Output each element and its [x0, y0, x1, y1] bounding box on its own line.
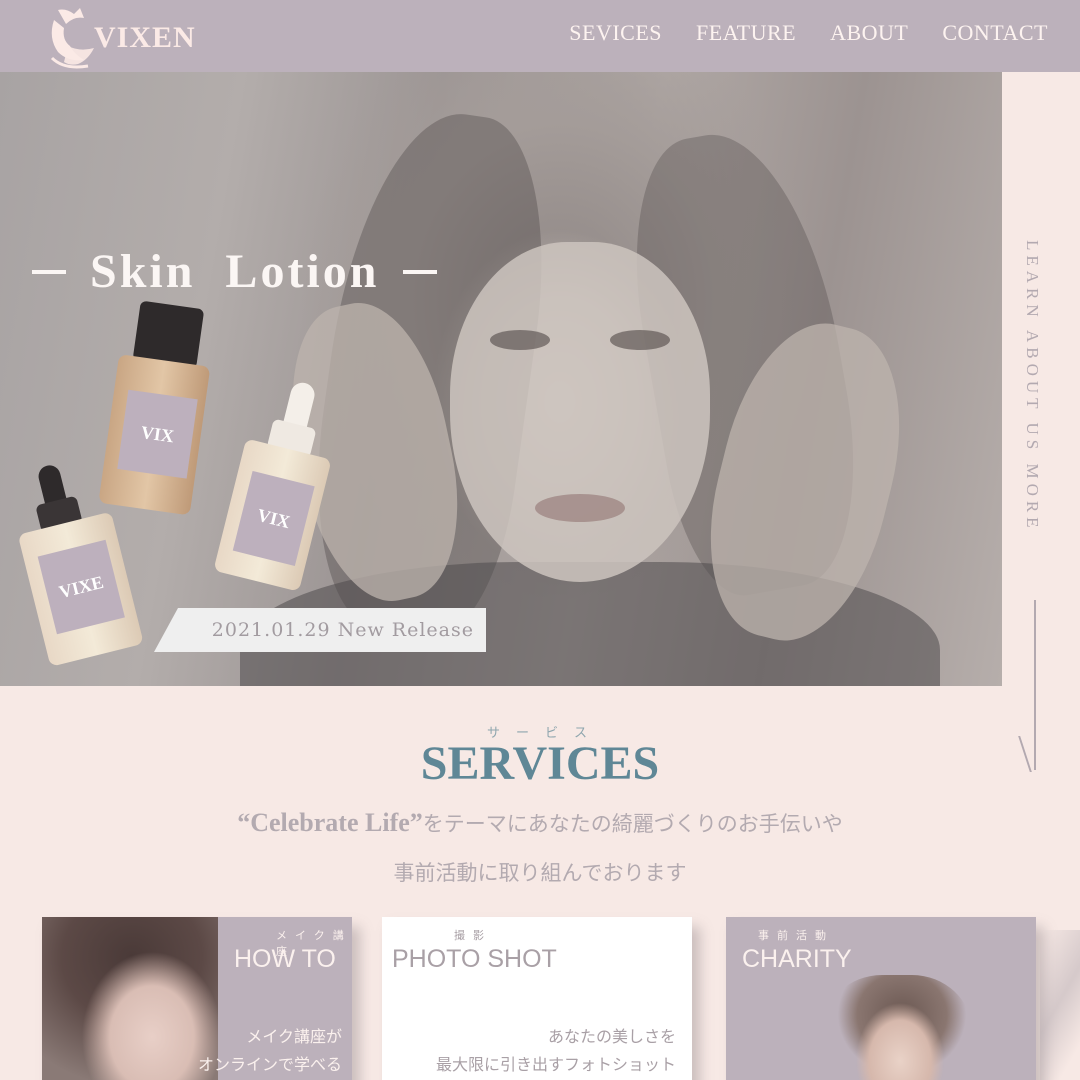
- service-card-charity[interactable]: 事前活動 CHARITY: [726, 917, 1036, 1080]
- learn-more-link[interactable]: LEARN ABOUT US MORE: [1022, 240, 1042, 533]
- hero-photo-lips: [535, 494, 625, 522]
- brand-name: VIXEN: [94, 21, 196, 54]
- bottle-label: VIX: [117, 389, 198, 479]
- services-quote: “Celebrate Life”: [237, 808, 423, 837]
- card-title: CHARITY: [742, 945, 852, 973]
- product-bottle-amber: VIX: [94, 298, 222, 520]
- card-desc-line2: オンラインで学べる: [197, 1055, 342, 1074]
- service-card-photoshot[interactable]: 撮影 PHOTO SHOT あなたの美しさを 最大限に引き出すフォトショット: [382, 917, 692, 1080]
- howto-portrait: [42, 917, 218, 1080]
- service-card-howto[interactable]: メイク講座 HOW TO メイク講座が オンラインで学べる: [42, 917, 352, 1080]
- nav-about[interactable]: ABOUT: [830, 20, 908, 46]
- card-kana: 事前活動: [758, 929, 834, 942]
- nav-contact[interactable]: CONTACT: [942, 20, 1048, 46]
- services-description-line1: “Celebrate Life”をテーマにあなたの綺麗づくりのお手伝いや: [0, 808, 1080, 838]
- charity-portrait: [822, 975, 972, 1080]
- card-desc-line1: メイク講座が: [246, 1027, 342, 1046]
- services-description-line2: 事前活動に取り組んでおります: [393, 861, 687, 885]
- card-kana: 撮影: [454, 929, 492, 942]
- hero-title-text: Skin Lotion: [90, 245, 380, 298]
- card-description: あなたの美しさを 最大限に引き出すフォトショット: [436, 1023, 676, 1079]
- release-badge: 2021.01.29 New Release: [154, 608, 486, 652]
- hero-banner[interactable]: Skin Lotion VIX VIX VIXE 2021.01.29 New …: [0, 72, 1002, 686]
- hero-photo-face: [450, 242, 710, 582]
- card-description: メイク講座が オンラインで学べる: [198, 1023, 342, 1079]
- decorative-stripe: [1040, 930, 1080, 1080]
- services-desc-text: をテーマにあなたの綺麗づくりのお手伝いや: [422, 812, 843, 836]
- card-title: HOW TO: [234, 945, 336, 973]
- card-desc-line2: 最大限に引き出すフォトショット: [435, 1055, 676, 1074]
- nav-services[interactable]: SEVICES: [569, 20, 662, 46]
- hero-title: Skin Lotion: [32, 244, 438, 299]
- card-title: PHOTO SHOT: [392, 945, 557, 973]
- main-nav: SEVICES FEATURE ABOUT CONTACT: [569, 0, 1048, 66]
- services-title: SERVICES: [420, 737, 660, 790]
- site-header: VIXEN SEVICES FEATURE ABOUT CONTACT: [0, 0, 1080, 72]
- nav-feature[interactable]: FEATURE: [696, 20, 796, 46]
- title-dash-left: [32, 269, 66, 274]
- title-dash-right: [403, 269, 438, 274]
- hero-photo-eye-left: [490, 330, 550, 350]
- card-desc-line1: あなたの美しさを: [547, 1027, 676, 1046]
- hero-photo-eye-right: [610, 330, 670, 350]
- brand-logo[interactable]: VIXEN: [44, 0, 196, 72]
